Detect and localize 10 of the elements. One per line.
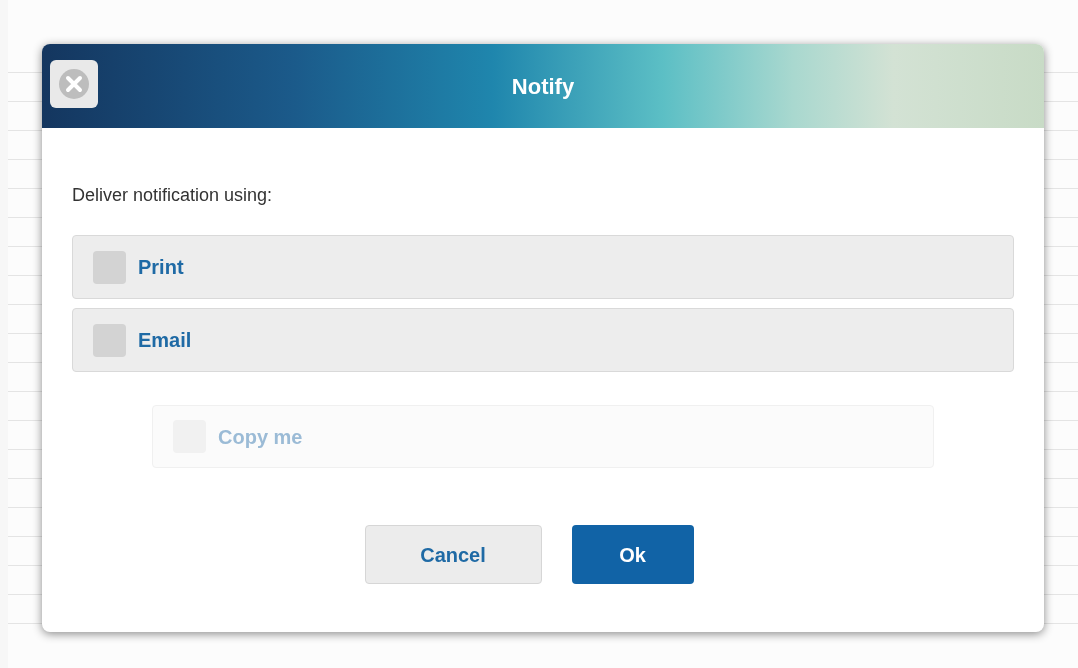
- close-icon: [58, 68, 90, 100]
- checkbox-option[interactable]: Email: [72, 308, 1014, 372]
- checkbox[interactable]: [93, 250, 126, 284]
- prompt-text: Deliver notification using:: [72, 184, 274, 207]
- checkbox-option[interactable]: Print: [72, 235, 1014, 299]
- ok-button[interactable]: Ok: [571, 525, 694, 584]
- close-button[interactable]: [50, 60, 98, 108]
- cancel-button[interactable]: Cancel: [364, 525, 542, 584]
- checkbox[interactable]: [93, 323, 126, 357]
- dialog-title: Notify: [511, 72, 575, 101]
